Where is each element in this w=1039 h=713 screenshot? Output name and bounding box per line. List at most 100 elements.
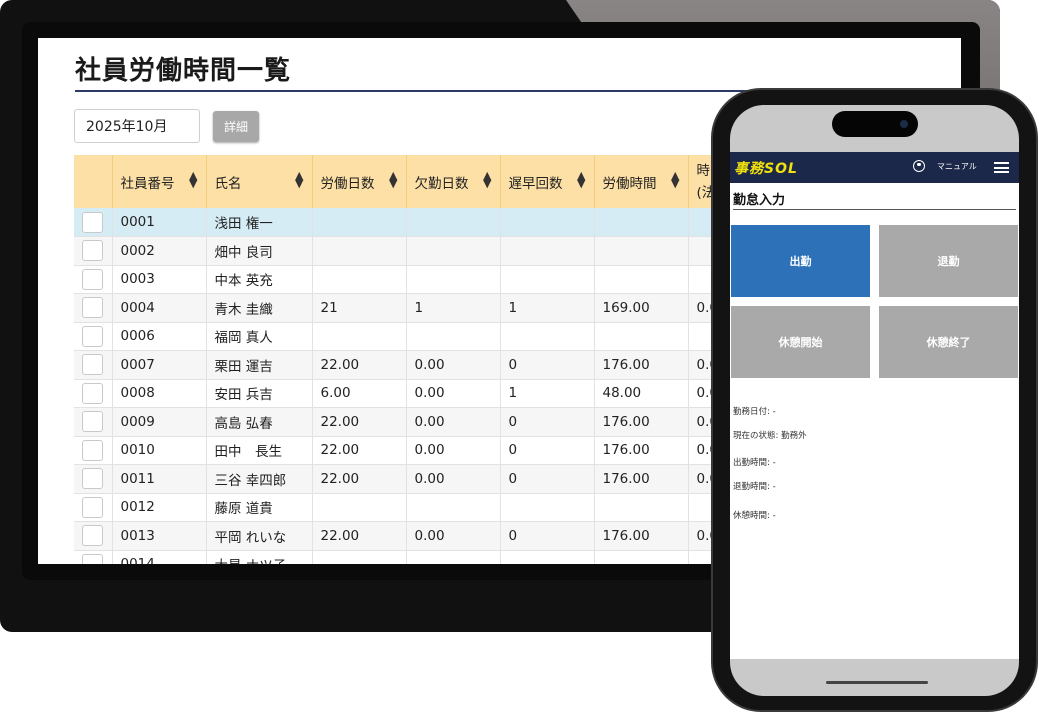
app-logo[interactable]: 事務SOL	[734, 158, 798, 178]
cell-work-days: 22.00	[312, 436, 407, 465]
cell-work-days	[312, 550, 407, 564]
table-row[interactable]: 0003 中本 英充	[74, 265, 749, 294]
cell-absent-days	[406, 265, 501, 294]
row-checkbox-cell	[74, 293, 113, 323]
sort-icon[interactable]: ▲ ▼	[189, 170, 197, 189]
row-checkbox[interactable]	[82, 382, 104, 404]
cell-name: 栗田 運吉	[206, 350, 313, 380]
cell-work-hours	[594, 236, 689, 266]
row-checkbox[interactable]	[82, 240, 104, 262]
row-checkbox[interactable]	[82, 268, 104, 290]
phone-screen: 事務SOL マニュアル 勤怠入力 出勤 退勤 休憩開始 休憩終了 勤務日付: -…	[730, 105, 1019, 696]
row-checkbox-cell	[74, 208, 113, 237]
table-row[interactable]: 0013 平岡 れいな 22.00 0.00 0 176.00 0.0	[74, 521, 749, 551]
status-label: 現在の状態: 勤務外	[733, 431, 807, 441]
cell-id: 0008	[112, 379, 207, 408]
cell-id: 0003	[112, 265, 207, 294]
user-icon[interactable]	[913, 160, 925, 172]
clock-in-button[interactable]: 出勤	[731, 225, 870, 297]
cell-id: 0002	[112, 236, 207, 266]
cell-late-early	[500, 322, 595, 351]
table-row[interactable]: 0001 浅田 権一	[74, 208, 749, 237]
cell-absent-days: 0.00	[406, 521, 501, 551]
column-header-work-hours[interactable]: 労働時間 ▲ ▼	[594, 155, 689, 208]
cell-name: 田中 長生	[206, 436, 313, 465]
row-checkbox-cell	[74, 265, 113, 294]
column-header-label: 遅早回数	[508, 175, 563, 192]
column-header-absent-days[interactable]: 欠勤日数 ▲ ▼	[406, 155, 501, 208]
cell-id: 0006	[112, 322, 207, 351]
table-row[interactable]: 0007 栗田 運吉 22.00 0.00 0 176.00 0.0	[74, 350, 749, 380]
dynamic-island	[832, 111, 918, 137]
cell-id: 0007	[112, 350, 207, 380]
month-input[interactable]	[74, 109, 200, 143]
row-checkbox[interactable]	[82, 468, 104, 490]
cell-id: 0011	[112, 464, 207, 494]
cell-work-hours: 169.00	[594, 293, 689, 323]
clock-out-button[interactable]: 退勤	[879, 225, 1018, 297]
break-time-label: 休憩時間: -	[733, 511, 776, 521]
sort-icon[interactable]: ▲ ▼	[295, 170, 303, 189]
row-checkbox[interactable]	[82, 496, 104, 518]
detail-button[interactable]: 詳細	[213, 111, 259, 142]
table-row[interactable]: 0011 三谷 幸四郎 22.00 0.00 0 176.00 0.0	[74, 464, 749, 494]
cell-absent-days: 0.00	[406, 436, 501, 465]
column-header-work-days[interactable]: 労働日数 ▲ ▼	[312, 155, 407, 208]
sort-icon[interactable]: ▲ ▼	[389, 170, 397, 189]
cell-id: 0012	[112, 493, 207, 522]
cell-name: 浅田 権一	[206, 208, 313, 237]
break-end-button[interactable]: 休憩終了	[879, 306, 1018, 378]
table-row[interactable]: 0010 田中 長生 22.00 0.00 0 176.00 0.0	[74, 436, 749, 465]
cell-work-days: 22.00	[312, 521, 407, 551]
cell-absent-days: 0.00	[406, 379, 501, 408]
table-row[interactable]: 0002 畑中 良司	[74, 236, 749, 266]
cell-late-early: 1	[500, 379, 595, 408]
cell-work-hours: 176.00	[594, 521, 689, 551]
row-checkbox[interactable]	[82, 439, 104, 461]
cell-work-hours: 176.00	[594, 464, 689, 494]
cell-id: 0009	[112, 407, 207, 437]
sort-icon[interactable]: ▲ ▼	[671, 170, 679, 189]
break-start-button[interactable]: 休憩開始	[731, 306, 870, 378]
row-checkbox-cell	[74, 407, 113, 437]
cell-late-early	[500, 208, 595, 237]
cell-absent-days	[406, 322, 501, 351]
row-checkbox[interactable]	[82, 354, 104, 376]
sort-icon[interactable]: ▲ ▼	[577, 170, 585, 189]
sort-icon[interactable]: ▲ ▼	[483, 170, 491, 189]
home-indicator	[826, 681, 928, 684]
cell-absent-days	[406, 493, 501, 522]
cell-late-early: 0	[500, 521, 595, 551]
cell-work-days: 22.00	[312, 350, 407, 380]
table-row[interactable]: 0014大星 ナツ子	[74, 550, 749, 564]
row-checkbox[interactable]	[82, 553, 104, 564]
table-row[interactable]: 0009 高島 弘春 22.00 0.00 0 176.00 0.0	[74, 407, 749, 437]
column-header-name[interactable]: 氏名 ▲ ▼	[206, 155, 313, 208]
row-checkbox[interactable]	[82, 525, 104, 547]
cell-work-hours	[594, 322, 689, 351]
cell-work-hours	[594, 493, 689, 522]
row-checkbox[interactable]	[82, 325, 104, 347]
cell-late-early	[500, 236, 595, 266]
column-header-late-early[interactable]: 遅早回数 ▲ ▼	[500, 155, 595, 208]
hamburger-menu-icon[interactable]	[994, 162, 1009, 173]
manual-link[interactable]: マニュアル	[937, 161, 977, 172]
attendance-panel: 勤怠入力 出勤 退勤 休憩開始 休憩終了 勤務日付: - 現在の状態: 勤務外 …	[730, 183, 1019, 659]
table-row[interactable]: 0008 安田 兵吉 6.00 0.00 1 48.00 0.0	[74, 379, 749, 408]
row-checkbox[interactable]	[82, 297, 104, 319]
table-row[interactable]: 0012 藤原 道貴	[74, 493, 749, 522]
cell-absent-days: 0.00	[406, 407, 501, 437]
column-header-employee-id[interactable]: 社員番号 ▲ ▼	[112, 155, 207, 208]
table-row[interactable]: 0006 福岡 真人	[74, 322, 749, 351]
cell-work-days: 22.00	[312, 407, 407, 437]
row-checkbox[interactable]	[82, 211, 104, 233]
table-row[interactable]: 0004 青木 圭織 21 1 1 169.00 0.0	[74, 293, 749, 323]
cell-work-hours	[594, 208, 689, 237]
row-checkbox[interactable]	[82, 411, 104, 433]
cell-work-days: 21	[312, 293, 407, 323]
cell-work-days: 22.00	[312, 464, 407, 494]
row-checkbox-cell	[74, 464, 113, 494]
cell-id: 0013	[112, 521, 207, 551]
cell-absent-days: 0.00	[406, 464, 501, 494]
cell-work-hours: 48.00	[594, 379, 689, 408]
